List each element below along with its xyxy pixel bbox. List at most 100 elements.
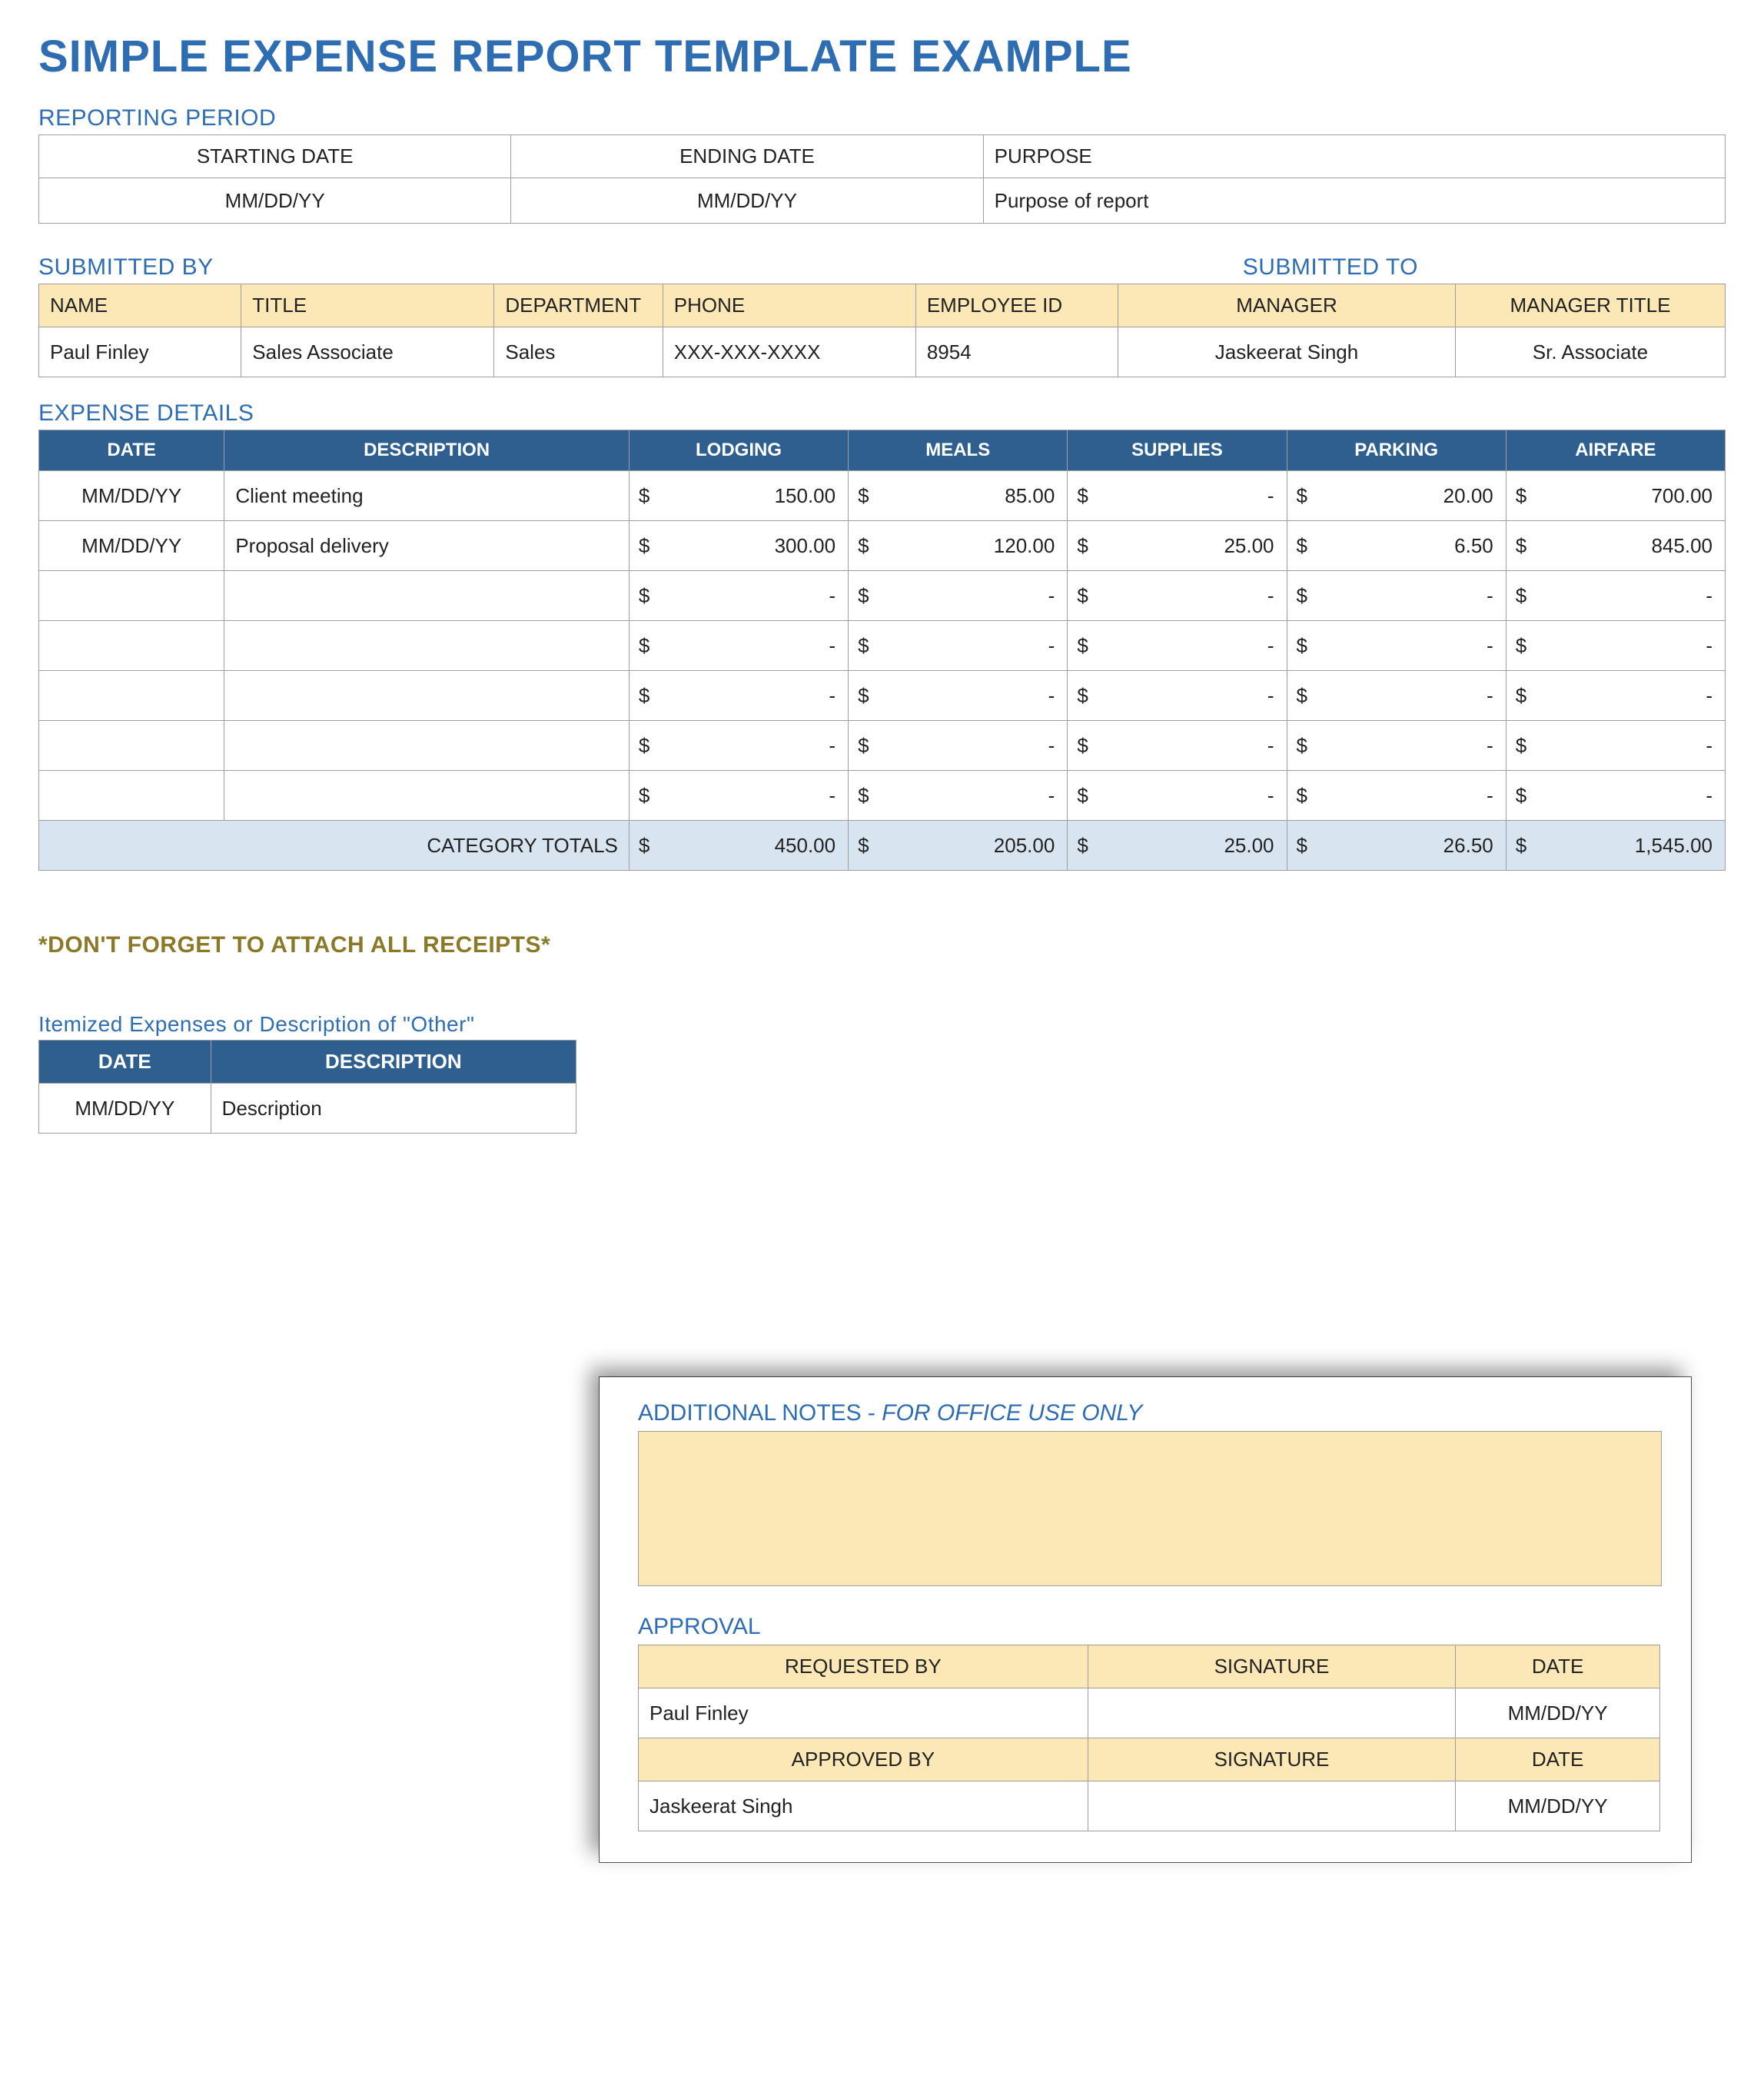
submitted-by-header-name: NAME xyxy=(39,284,241,327)
itemized-row-date: MM/DD/YY xyxy=(39,1084,211,1134)
expense-row-date xyxy=(39,621,224,671)
expense-row-date: MM/DD/YY xyxy=(39,521,224,571)
expense-header-date: DATE xyxy=(39,430,224,471)
submitted-by-name: Paul Finley xyxy=(39,327,241,377)
expense-row: MM/DD/YYProposal delivery300.00120.0025.… xyxy=(39,521,1726,571)
approval-signature2[interactable] xyxy=(1088,1781,1455,1831)
expense-row-meals: - xyxy=(849,621,1068,671)
additional-notes-box[interactable] xyxy=(638,1431,1662,1586)
expense-row-airfare: - xyxy=(1506,771,1725,821)
approval-signature1[interactable] xyxy=(1088,1688,1455,1738)
expense-row-airfare: 700.00 xyxy=(1506,471,1725,521)
reporting-period-header-start: STARTING DATE xyxy=(39,135,511,178)
expense-row-meals: - xyxy=(849,571,1068,621)
submitted-by-header-title: TITLE xyxy=(241,284,494,327)
expense-row-meals: - xyxy=(849,721,1068,771)
expense-header-airfare: AIRFARE xyxy=(1506,430,1725,471)
reporting-period-label: REPORTING PERIOD xyxy=(38,105,1726,131)
expense-row-meals: - xyxy=(849,671,1068,721)
expense-row-supplies: - xyxy=(1068,471,1287,521)
approval-header-date1: DATE xyxy=(1456,1645,1660,1688)
expense-row-meals: 85.00 xyxy=(849,471,1068,521)
expense-header-lodging: LODGING xyxy=(629,430,848,471)
expense-row-meals: - xyxy=(849,771,1068,821)
additional-notes-label: ADDITIONAL NOTES - FOR OFFICE USE ONLY xyxy=(638,1400,1660,1426)
totals-meals: 205.00 xyxy=(849,821,1068,871)
category-totals-label: CATEGORY TOTALS xyxy=(39,821,630,871)
expense-row: ----- xyxy=(39,721,1726,771)
submitted-to-header-manager-title: MANAGER TITLE xyxy=(1455,284,1725,327)
expense-row: ----- xyxy=(39,671,1726,721)
expense-row-supplies: - xyxy=(1068,621,1287,671)
expense-row-lodging: - xyxy=(629,621,848,671)
approval-header-approved: APPROVED BY xyxy=(639,1738,1088,1781)
totals-airfare: 1,545.00 xyxy=(1506,821,1725,871)
expense-row-supplies: - xyxy=(1068,721,1287,771)
approval-date2: MM/DD/YY xyxy=(1456,1781,1660,1831)
expense-details-table: DATE DESCRIPTION LODGING MEALS SUPPLIES … xyxy=(38,430,1726,871)
page-title: SIMPLE EXPENSE REPORT TEMPLATE EXAMPLE xyxy=(38,31,1726,82)
submitted-by-label: SUBMITTED BY xyxy=(38,254,214,281)
receipts-note: *DON'T FORGET TO ATTACH ALL RECEIPTS* xyxy=(38,932,1726,958)
totals-lodging: 450.00 xyxy=(629,821,848,871)
expense-row-lodging: - xyxy=(629,571,848,621)
expense-row-lodging: - xyxy=(629,771,848,821)
office-use-modal: ADDITIONAL NOTES - FOR OFFICE USE ONLY A… xyxy=(600,1377,1691,1862)
approval-header-signature1: SIGNATURE xyxy=(1088,1645,1455,1688)
approval-header-requested: REQUESTED BY xyxy=(639,1645,1088,1688)
expense-row-meals: 120.00 xyxy=(849,521,1068,571)
itemized-header-date: DATE xyxy=(39,1041,211,1084)
expense-row-parking: - xyxy=(1287,621,1506,671)
totals-supplies: 25.00 xyxy=(1068,821,1287,871)
expense-row-airfare: - xyxy=(1506,671,1725,721)
expense-row-description: Client meeting xyxy=(224,471,630,521)
expense-row-lodging: 300.00 xyxy=(629,521,848,571)
itemized-table: DATE DESCRIPTION MM/DD/YY Description xyxy=(38,1040,576,1134)
expense-row-supplies: 25.00 xyxy=(1068,521,1287,571)
expense-row-lodging: - xyxy=(629,721,848,771)
expense-row-airfare: - xyxy=(1506,621,1725,671)
totals-parking: 26.50 xyxy=(1287,821,1506,871)
expense-row-description xyxy=(224,571,630,621)
submitted-to-header-manager: MANAGER xyxy=(1118,284,1456,327)
expense-row-parking: - xyxy=(1287,771,1506,821)
expense-row-airfare: - xyxy=(1506,721,1725,771)
submitted-by-header-department: DEPARTMENT xyxy=(494,284,663,327)
expense-details-label: EXPENSE DETAILS xyxy=(38,400,1726,427)
itemized-row-description: Description xyxy=(211,1084,576,1134)
expense-row-parking: - xyxy=(1287,671,1506,721)
expense-row-airfare: 845.00 xyxy=(1506,521,1725,571)
submitted-by-header-phone: PHONE xyxy=(663,284,915,327)
expense-row-date: MM/DD/YY xyxy=(39,471,224,521)
expense-row-parking: 20.00 xyxy=(1287,471,1506,521)
expense-row-description xyxy=(224,771,630,821)
itemized-header-description: DESCRIPTION xyxy=(211,1041,576,1084)
submitted-to-label: SUBMITTED TO xyxy=(1243,254,1418,281)
submitted-table: NAME TITLE DEPARTMENT PHONE EMPLOYEE ID … xyxy=(38,284,1726,377)
reporting-period-table: STARTING DATE ENDING DATE PURPOSE MM/DD/… xyxy=(38,134,1726,224)
expense-row-lodging: - xyxy=(629,671,848,721)
submitted-to-manager-title: Sr. Associate xyxy=(1455,327,1725,377)
reporting-period-header-end: ENDING DATE xyxy=(511,135,983,178)
approval-requested-by: Paul Finley xyxy=(639,1688,1088,1738)
expense-row-parking: - xyxy=(1287,571,1506,621)
expense-row-date xyxy=(39,721,224,771)
expense-row-description xyxy=(224,621,630,671)
submitted-by-employee-id: 8954 xyxy=(915,327,1118,377)
approval-header-date2: DATE xyxy=(1456,1738,1660,1781)
expense-row-supplies: - xyxy=(1068,671,1287,721)
submitted-by-phone: XXX-XXX-XXXX xyxy=(663,327,915,377)
expense-header-parking: PARKING xyxy=(1287,430,1506,471)
approval-approved-by: Jaskeerat Singh xyxy=(639,1781,1088,1831)
expense-header-supplies: SUPPLIES xyxy=(1068,430,1287,471)
expense-row-date xyxy=(39,671,224,721)
submitted-by-department: Sales xyxy=(494,327,663,377)
submitted-by-header-employee-id: EMPLOYEE ID xyxy=(915,284,1118,327)
expense-row-supplies: - xyxy=(1068,571,1287,621)
reporting-period-start: MM/DD/YY xyxy=(39,178,511,224)
expense-row: ----- xyxy=(39,571,1726,621)
approval-table: REQUESTED BY SIGNATURE DATE Paul Finley … xyxy=(638,1645,1660,1831)
itemized-label: Itemized Expenses or Description of "Oth… xyxy=(38,1012,1726,1037)
expense-header-meals: MEALS xyxy=(849,430,1068,471)
expense-row: ----- xyxy=(39,621,1726,671)
